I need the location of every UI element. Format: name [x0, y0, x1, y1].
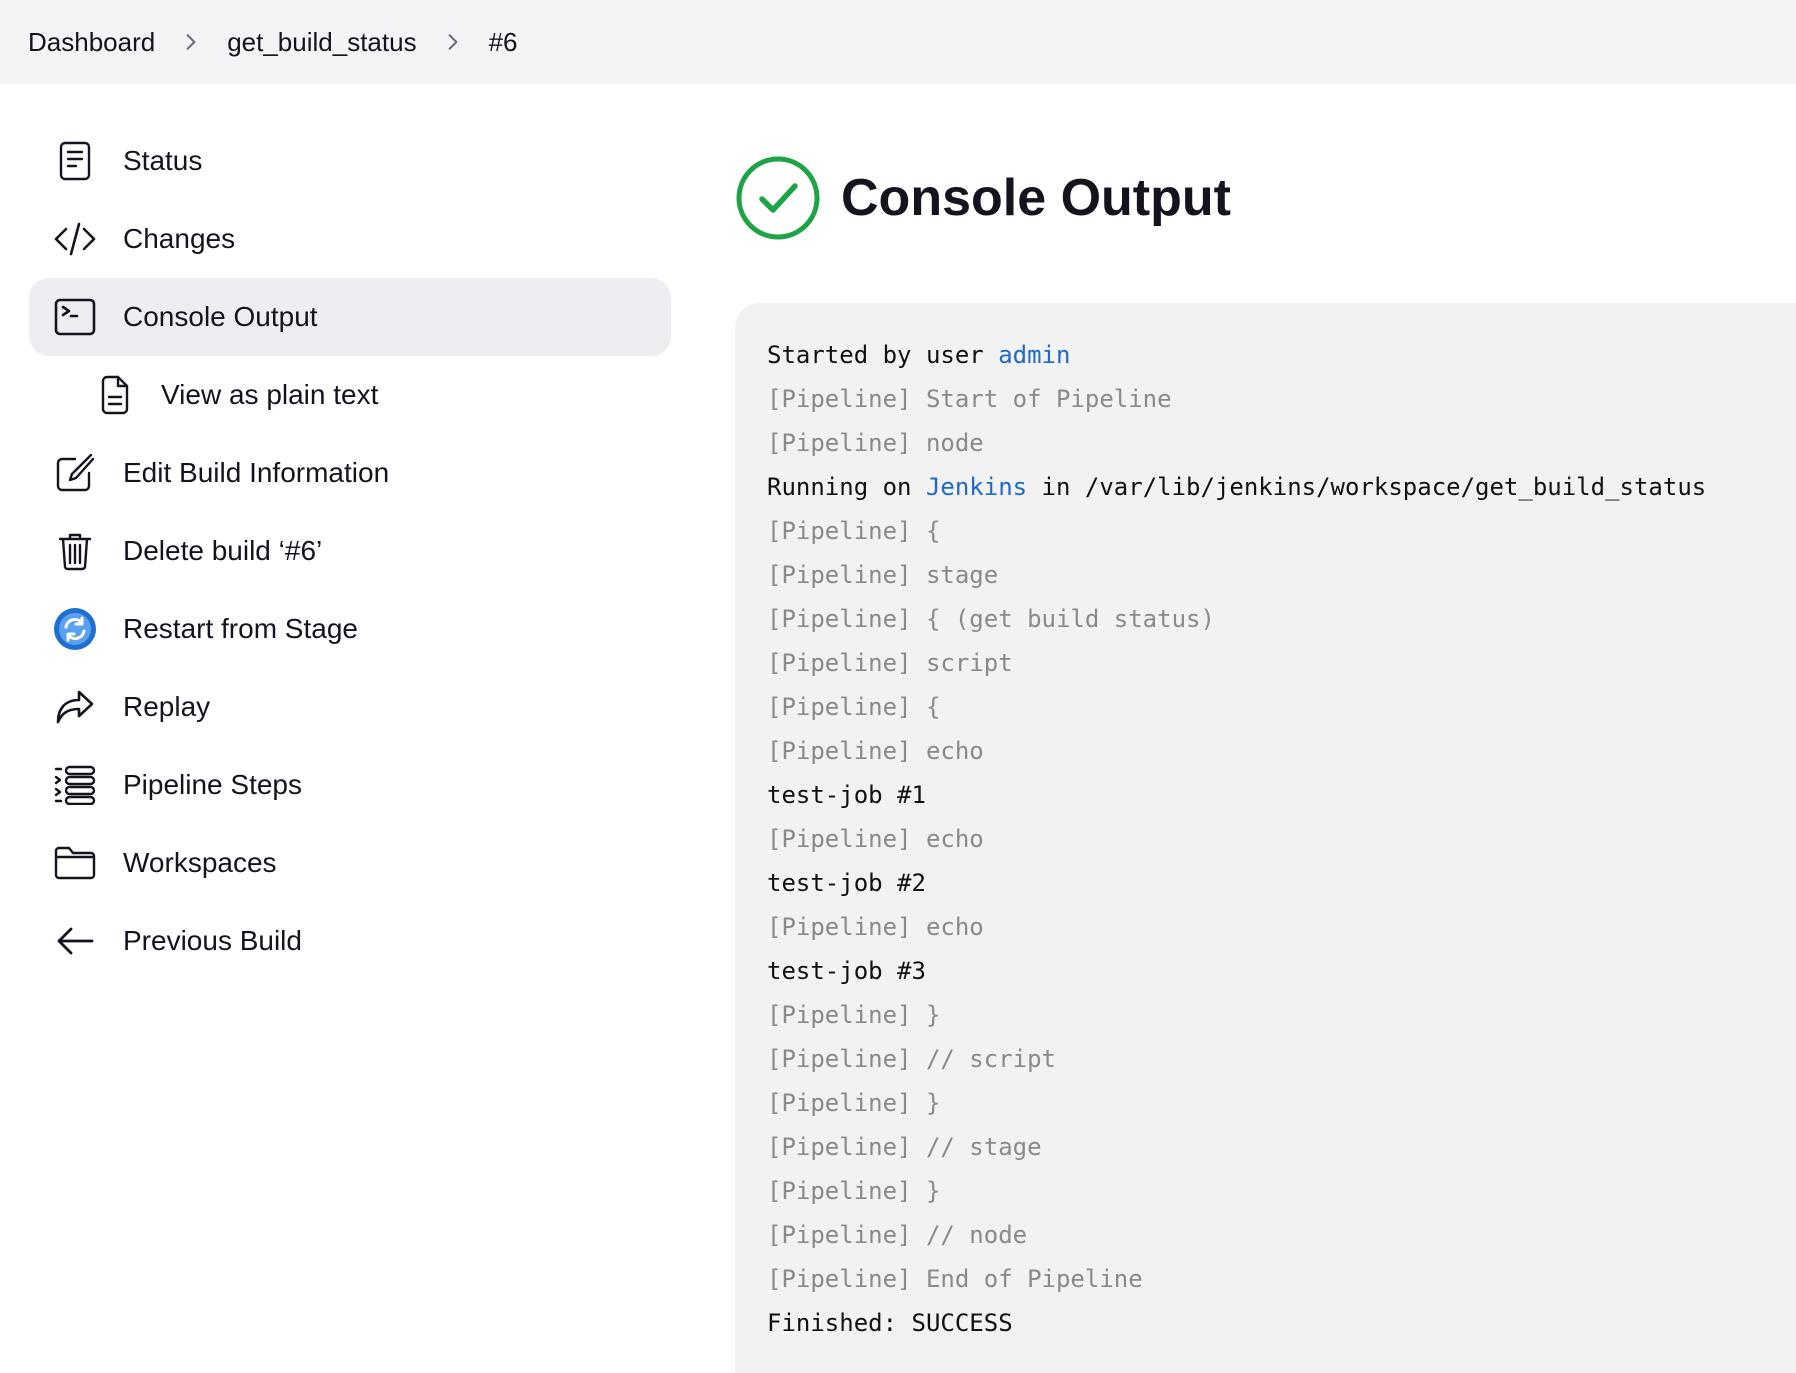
sidebar-item-pipeline-steps[interactable]: Pipeline Steps	[29, 746, 671, 824]
console-line: [Pipeline] echo	[767, 905, 1796, 949]
console-text: Running on	[767, 473, 926, 501]
breadcrumb-bar: Dashboard get_build_status #6	[0, 0, 1796, 84]
sidebar-item-label: Delete build ‘#6’	[123, 535, 323, 566]
console-line: [Pipeline] {	[767, 509, 1796, 553]
console-line: Running on Jenkins in /var/lib/jenkins/w…	[767, 465, 1796, 509]
console-text: [Pipeline] script	[767, 649, 1013, 677]
folder-icon	[53, 841, 97, 885]
sidebar-item-delete-build[interactable]: Delete build ‘#6’	[29, 512, 671, 590]
chevron-right-icon	[417, 33, 489, 51]
restart-icon	[53, 607, 97, 651]
sidebar-item-changes[interactable]: Changes	[29, 200, 671, 278]
console-text: [Pipeline] }	[767, 1177, 941, 1205]
main-content: Console Output	[735, 150, 1796, 246]
console-text: test-job #3	[767, 957, 926, 985]
console-text: Started by user	[767, 341, 999, 369]
code-icon	[53, 217, 97, 261]
console-line: [Pipeline] }	[767, 993, 1796, 1037]
console-line: [Pipeline] script	[767, 641, 1796, 685]
console-text: [Pipeline] node	[767, 429, 984, 457]
console-line: [Pipeline] node	[767, 421, 1796, 465]
console-output: Started by user admin [Pipeline] Start of…	[735, 303, 1796, 1373]
sidebar-item-edit-build-info[interactable]: Edit Build Information	[29, 434, 671, 512]
console-line: Finished: SUCCESS	[767, 1301, 1796, 1345]
chevron-right-icon	[155, 33, 227, 51]
console-line: [Pipeline] // script	[767, 1037, 1796, 1081]
sidebar-item-previous-build[interactable]: Previous Build	[29, 902, 671, 980]
console-text: [Pipeline] echo	[767, 737, 984, 765]
console-line: [Pipeline] // stage	[767, 1125, 1796, 1169]
console-text: test-job #1	[767, 781, 926, 809]
sidebar-item-replay[interactable]: Replay	[29, 668, 671, 746]
sidebar-item-label: View as plain text	[161, 379, 379, 410]
console-text: [Pipeline] // node	[767, 1221, 1028, 1249]
trash-icon	[53, 529, 97, 573]
console-text: [Pipeline] echo	[767, 825, 984, 853]
console-text: [Pipeline] { (get build status)	[767, 605, 1215, 633]
terminal-icon	[53, 295, 97, 339]
sidebar-item-label: Restart from Stage	[123, 613, 358, 644]
console-text: [Pipeline] // script	[767, 1045, 1056, 1073]
sidebar-item-label: Changes	[123, 223, 236, 254]
page-title: Console Output	[841, 169, 1231, 227]
console-line: [Pipeline] // node	[767, 1213, 1796, 1257]
console-text: [Pipeline] {	[767, 517, 941, 545]
console-text: [Pipeline] // stage	[767, 1133, 1042, 1161]
share-arrow-icon	[53, 685, 97, 729]
file-text-icon	[93, 373, 137, 417]
document-icon	[53, 139, 97, 183]
sidebar-item-status[interactable]: Status	[29, 122, 671, 200]
console-text: [Pipeline] stage	[767, 561, 999, 589]
console-line: test-job #2	[767, 861, 1796, 905]
sidebar-item-label: Pipeline Steps	[123, 769, 303, 800]
sidebar-item-label: Console Output	[123, 301, 318, 332]
console-link[interactable]: admin	[998, 341, 1070, 369]
console-text: [Pipeline] }	[767, 1001, 941, 1029]
console-text: [Pipeline] End of Pipeline	[767, 1265, 1143, 1293]
breadcrumb-job[interactable]: get_build_status	[227, 27, 416, 58]
console-line: [Pipeline] }	[767, 1169, 1796, 1213]
sidebar-item-label: Previous Build	[123, 925, 302, 956]
console-text: [Pipeline] }	[767, 1089, 941, 1117]
console-text: Finished: SUCCESS	[767, 1309, 1013, 1337]
console-line: [Pipeline] End of Pipeline	[767, 1257, 1796, 1301]
console-line: test-job #3	[767, 949, 1796, 993]
sidebar: Status Changes Console Output View as pl…	[29, 122, 671, 980]
sidebar-item-label: Edit Build Information	[123, 457, 390, 488]
sidebar-item-label: Workspaces	[123, 847, 277, 878]
success-check-icon	[736, 156, 820, 240]
sidebar-item-console-output[interactable]: Console Output	[29, 278, 671, 356]
console-line: [Pipeline] Start of Pipeline	[767, 377, 1796, 421]
console-line: [Pipeline] echo	[767, 817, 1796, 861]
console-text: [Pipeline] Start of Pipeline	[767, 385, 1172, 413]
console-line: [Pipeline] echo	[767, 729, 1796, 773]
console-line: [Pipeline] stage	[767, 553, 1796, 597]
console-line: test-job #1	[767, 773, 1796, 817]
arrow-left-icon	[53, 919, 97, 963]
console-text: in /var/lib/jenkins/workspace/get_build_…	[1027, 473, 1707, 501]
sidebar-item-workspaces[interactable]: Workspaces	[29, 824, 671, 902]
sidebar-item-restart-from-stage[interactable]: Restart from Stage	[29, 590, 671, 668]
console-line: Started by user admin	[767, 333, 1796, 377]
sidebar-item-label: Status	[123, 145, 203, 176]
edit-icon	[53, 451, 97, 495]
console-line: [Pipeline] }	[767, 1081, 1796, 1125]
list-icon	[53, 763, 97, 807]
breadcrumb-build[interactable]: #6	[489, 27, 518, 58]
console-line: [Pipeline] { (get build status)	[767, 597, 1796, 641]
console-text: test-job #2	[767, 869, 926, 897]
console-text: [Pipeline] {	[767, 693, 941, 721]
console-text: [Pipeline] echo	[767, 913, 984, 941]
sidebar-item-label: Replay	[123, 691, 211, 722]
sidebar-item-view-plain-text[interactable]: View as plain text	[29, 356, 671, 434]
console-line: [Pipeline] {	[767, 685, 1796, 729]
console-link[interactable]: Jenkins	[926, 473, 1027, 501]
breadcrumb-dashboard[interactable]: Dashboard	[28, 27, 155, 58]
